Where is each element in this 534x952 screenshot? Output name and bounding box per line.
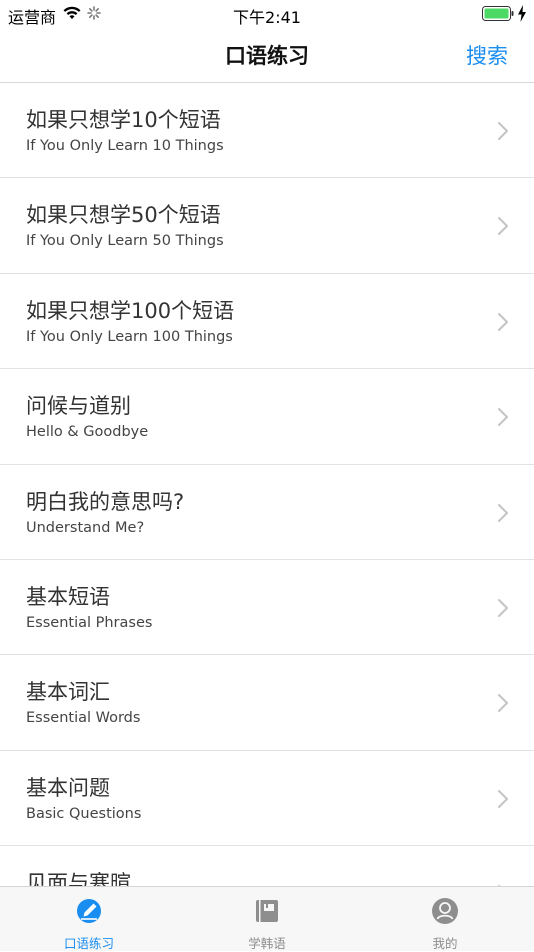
status-bar: 运营商 下午2:41	[0, 0, 534, 28]
list-item[interactable]: 问候与道别 Hello & Goodbye	[0, 369, 534, 465]
chevron-right-icon	[498, 312, 508, 331]
profile-icon	[432, 898, 458, 924]
list-item[interactable]: 如果只想学10个短语 If You Only Learn 10 Things	[0, 83, 534, 179]
chevron-right-icon	[498, 408, 508, 427]
tab-mine[interactable]: 我的	[356, 887, 534, 951]
list-item[interactable]: 如果只想学100个短语 If You Only Learn 100 Things	[0, 274, 534, 370]
battery-icon	[482, 6, 514, 21]
chevron-right-icon	[498, 122, 508, 140]
list-item-subtitle: If You Only Learn 50 Things	[26, 233, 224, 250]
chevron-right-icon	[498, 598, 508, 617]
charging-icon	[518, 5, 526, 22]
tab-label: 我的	[432, 936, 458, 951]
list-item[interactable]: 见面与寒暄	[0, 846, 534, 886]
tab-learn-korean[interactable]: 学韩语	[178, 887, 356, 951]
navigation-bar: 口语练习 搜索	[0, 28, 534, 83]
list-item-title: 明白我的意思吗?	[26, 489, 185, 514]
tab-bar: 口语练习 学韩语 我的	[0, 886, 534, 951]
list-item-subtitle: If You Only Learn 100 Things	[26, 328, 233, 345]
list-item-title: 如果只想学100个短语	[26, 298, 235, 323]
list-item[interactable]: 基本词汇 Essential Words	[0, 655, 534, 751]
list-item-title: 基本问题	[26, 775, 110, 800]
list-item-title: 问候与道别	[26, 394, 131, 419]
list-item[interactable]: 如果只想学50个短语 If You Only Learn 50 Things	[0, 178, 534, 274]
list-item[interactable]: 基本短语 Essential Phrases	[0, 560, 534, 656]
chevron-right-icon	[498, 217, 508, 236]
chevron-right-icon	[498, 503, 508, 522]
list-item-subtitle: If You Only Learn 10 Things	[26, 138, 224, 154]
book-icon	[256, 900, 278, 922]
pencil-icon	[77, 899, 101, 923]
list-item-title: 基本短语	[26, 584, 110, 609]
list-item-subtitle: Understand Me?	[26, 519, 145, 536]
tab-label: 口语练习	[63, 936, 114, 951]
phrase-category-list[interactable]: 如果只想学10个短语 If You Only Learn 10 Things 如果只…	[0, 83, 534, 886]
list-item-title: 见面与寒暄	[26, 871, 131, 886]
list-item-title: 基本词汇	[26, 680, 110, 705]
list-item-subtitle: Hello & Goodbye	[26, 424, 149, 441]
search-button[interactable]: 搜索	[466, 40, 508, 70]
list-item[interactable]: 明白我的意思吗? Understand Me?	[0, 465, 534, 560]
list-item-title: 如果只想学50个短语	[26, 203, 221, 228]
list-item-title: 如果只想学10个短语	[26, 108, 221, 132]
status-time: 下午2:41	[233, 8, 301, 27]
tab-label: 学韩语	[248, 936, 286, 951]
chevron-right-icon	[498, 789, 508, 808]
chevron-right-icon	[498, 694, 508, 713]
page-title: 口语练习	[225, 44, 309, 68]
list-item[interactable]: 基本问题 Basic Questions	[0, 751, 534, 847]
list-item-subtitle: Essential Phrases	[26, 614, 153, 631]
list-item-subtitle: Basic Questions	[26, 805, 142, 822]
list-item-subtitle: Essential Words	[26, 710, 141, 727]
tab-speaking-practice[interactable]: 口语练习	[0, 887, 178, 951]
